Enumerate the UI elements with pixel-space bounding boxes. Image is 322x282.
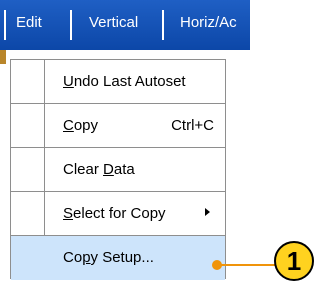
menu-item-label: Clear Data xyxy=(63,161,135,178)
callout-pointer-dot xyxy=(212,260,222,270)
menu-separator xyxy=(4,10,6,40)
callout-leader-line xyxy=(218,264,276,266)
menu-item-undo-last-autoset[interactable]: Undo Last Autoset xyxy=(11,60,225,104)
menu-bar: Edit Vertical Horiz/Ac xyxy=(0,0,250,50)
menu-item-shortcut: Ctrl+C xyxy=(171,117,214,134)
menu-tab-horiz-acq[interactable]: Horiz/Ac xyxy=(180,0,250,50)
menu-item-copy[interactable]: Copy Ctrl+C xyxy=(11,104,225,148)
submenu-arrow-icon xyxy=(205,208,210,216)
menu-item-label: Select for Copy xyxy=(63,205,166,222)
menu-separator xyxy=(162,10,164,40)
window-edge xyxy=(0,50,6,64)
menu-item-label: Undo Last Autoset xyxy=(63,73,186,90)
menu-separator xyxy=(70,10,72,40)
menu-tab-edit[interactable]: Edit xyxy=(16,0,42,50)
menu-item-label: Copy Setup... xyxy=(63,249,154,266)
edit-dropdown-menu: Undo Last Autoset Copy Ctrl+C Clear Data… xyxy=(10,59,226,280)
callout-number-badge: 1 xyxy=(274,241,314,281)
menu-item-clear-data[interactable]: Clear Data xyxy=(11,148,225,192)
menu-item-label: Copy xyxy=(63,117,99,134)
menu-item-select-for-copy[interactable]: Select for Copy xyxy=(11,192,225,236)
menu-item-copy-setup[interactable]: Copy Setup... xyxy=(11,236,225,280)
menu-tab-vertical[interactable]: Vertical xyxy=(89,0,138,50)
